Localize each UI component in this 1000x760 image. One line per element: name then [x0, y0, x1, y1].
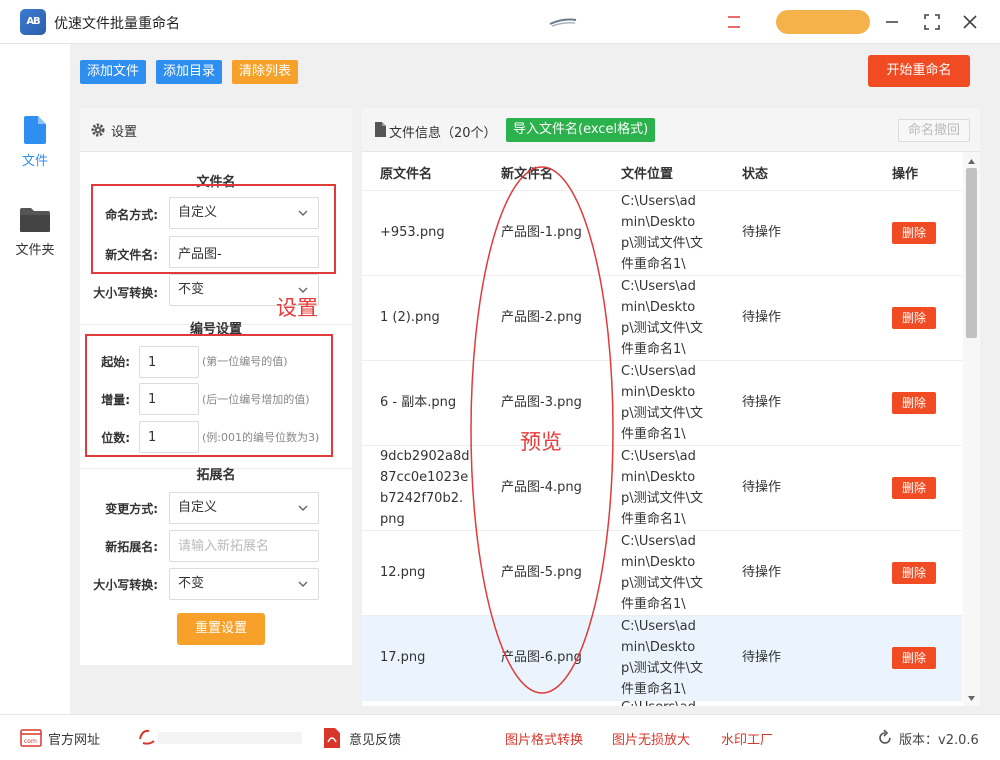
cell-location: C:\Users\admin\Desktop\测试文件\文件重命名1\ — [621, 279, 704, 357]
import-excel-button[interactable]: 导入文件名(excel格式) — [506, 118, 656, 142]
app-title: 优速文件批量重命名 — [54, 16, 180, 32]
footer: com 官方网址 意见反馈 图片格式转换 图片无损放大 水印工厂 版本：v2.0… — [0, 714, 1000, 760]
start-rename-button[interactable]: 开始重命名 — [868, 55, 970, 87]
ext-mode-value: 自定义 — [178, 500, 218, 515]
qq-icon[interactable] — [136, 727, 158, 749]
settings-header: 设置 — [80, 108, 352, 152]
add-file-button[interactable]: 添加文件 — [80, 60, 147, 84]
cell-status: 待操作 — [742, 310, 782, 325]
col-header-action: 操作 — [892, 167, 919, 182]
version-label: 版本：v2.0.6 — [899, 733, 979, 748]
feedback-link[interactable]: 意见反馈 — [349, 729, 401, 748]
preview-annotation: 预览 — [520, 430, 562, 454]
col-header-location: 文件位置 — [621, 167, 674, 182]
left-nav: 文件 文件夹 — [0, 44, 70, 714]
ext-mode-select[interactable]: 自定义 — [169, 492, 319, 524]
ext-case-select[interactable]: 不变 — [169, 568, 319, 600]
gear-icon — [91, 123, 105, 137]
file-icon — [24, 116, 46, 144]
add-dir-button[interactable]: 添加目录 — [156, 60, 223, 84]
cell-location: C:\Users\admin\Desktop\测试文件\文件重命名1\ — [621, 534, 704, 612]
table-row[interactable]: 17.png 产品图-6.png C:\Users\admin\Desktop\… — [362, 616, 962, 701]
scrollbar-thumb[interactable] — [966, 168, 977, 338]
nav-item-folder[interactable]: 文件夹 — [0, 207, 70, 258]
ext-case-label: 大小写转换: — [93, 578, 158, 592]
minimize-icon[interactable] — [880, 10, 904, 34]
col-header-original: 原文件名 — [380, 167, 433, 182]
ext-section-title: 拓展名 — [196, 468, 236, 483]
settings-highlight-box — [91, 184, 336, 274]
file-info-panel: 文件信息（20个） 导入文件名(excel格式) 命名撤回 原文件名 新文件名 … — [362, 108, 980, 706]
cell-status: 待操作 — [742, 650, 782, 665]
case-label: 大小写转换: — [93, 286, 158, 300]
table-row[interactable]: C:\Users\ad — [362, 700, 962, 706]
cell-status: 待操作 — [742, 565, 782, 580]
cell-location: C:\Users\admin\Desktop\测试文件\文件重命名1\ — [621, 619, 704, 697]
ext-case-value: 不变 — [178, 576, 205, 591]
svg-text:com: com — [24, 738, 37, 745]
image-enlarge-link[interactable]: 图片无损放大 — [612, 729, 690, 748]
undo-rename-button[interactable]: 命名撤回 — [898, 119, 970, 142]
website-icon: com — [20, 729, 42, 747]
table-row[interactable]: 9dcb2902a8d87cc0e1023eb7242f70b2.png 产品图… — [362, 446, 962, 531]
close-icon[interactable] — [958, 10, 982, 34]
folder-icon — [20, 208, 50, 232]
cell-location: C:\Users\admin\Desktop\测试文件\文件重命名1\ — [621, 364, 704, 442]
watermark-link[interactable]: 水印工厂 — [721, 729, 773, 748]
image-convert-link[interactable]: 图片格式转换 — [505, 729, 583, 748]
cell-original: 9dcb2902a8d87cc0e1023eb7242f70b2.png — [380, 449, 470, 527]
new-ext-label: 新拓展名: — [105, 540, 158, 554]
delete-button[interactable]: 删除 — [892, 562, 936, 584]
table-row[interactable]: 12.png 产品图-5.png C:\Users\admin\Desktop\… — [362, 531, 962, 616]
scroll-down-icon[interactable] — [967, 694, 976, 703]
case-value: 不变 — [178, 282, 205, 297]
cell-status: 待操作 — [742, 225, 782, 240]
account-badge[interactable] — [776, 10, 870, 34]
settings-panel: 设置 文件名 命名方式: 自定义 新文件名: 大小写转换: 不变 设置 编号设置… — [80, 108, 352, 665]
reset-settings-button[interactable]: 重置设置 — [177, 613, 265, 645]
app-logo-icon: AB — [20, 9, 46, 35]
clear-list-button[interactable]: 清除列表 — [232, 60, 299, 84]
delete-button[interactable]: 删除 — [892, 477, 936, 499]
cell-location: C:\Users\admin\Desktop\测试文件\文件重命名1\ — [621, 194, 704, 272]
delete-button[interactable]: 删除 — [892, 222, 936, 244]
pdf-icon — [324, 728, 340, 748]
delete-button[interactable]: 删除 — [892, 392, 936, 414]
scroll-up-icon[interactable] — [967, 157, 976, 166]
nav-folder-label: 文件夹 — [15, 243, 55, 258]
title-bar: AB 优速文件批量重命名 — [0, 0, 1000, 44]
official-site-link[interactable]: 官方网址 — [48, 729, 100, 748]
maximize-icon[interactable] — [920, 10, 944, 34]
menu-icon[interactable] — [727, 13, 741, 31]
table-row[interactable]: +953.png 产品图-1.png C:\Users\admin\Deskto… — [362, 191, 962, 276]
nav-files-label: 文件 — [21, 154, 48, 169]
refresh-icon[interactable] — [877, 730, 893, 746]
cell-status: 待操作 — [742, 395, 782, 410]
document-icon — [375, 122, 386, 137]
cell-status: 待操作 — [742, 480, 782, 495]
redacted-contact — [158, 732, 302, 744]
file-info-header: 文件信息（20个） 导入文件名(excel格式) 命名撤回 — [362, 108, 980, 152]
file-info-title: 文件信息（20个） — [389, 126, 497, 141]
cell-location: C:\Users\ad — [621, 697, 703, 706]
delete-button[interactable]: 删除 — [892, 647, 936, 669]
table-row[interactable]: 6 - 副本.png 产品图-3.png C:\Users\admin\Desk… — [362, 361, 962, 446]
brand-swoosh-icon — [549, 18, 577, 27]
new-ext-input[interactable] — [169, 530, 319, 562]
ext-mode-label: 变更方式: — [105, 502, 158, 516]
chevron-down-icon — [298, 505, 308, 511]
number-highlight-box — [85, 334, 333, 457]
col-header-status: 状态 — [742, 167, 769, 182]
nav-item-files[interactable]: 文件 — [0, 116, 70, 169]
settings-title: 设置 — [111, 125, 138, 140]
table-row[interactable]: 1 (2).png 产品图-2.png C:\Users\admin\Deskt… — [362, 276, 962, 361]
cell-location: C:\Users\admin\Desktop\测试文件\文件重命名1\ — [621, 449, 704, 527]
delete-button[interactable]: 删除 — [892, 307, 936, 329]
chevron-down-icon — [298, 581, 308, 587]
